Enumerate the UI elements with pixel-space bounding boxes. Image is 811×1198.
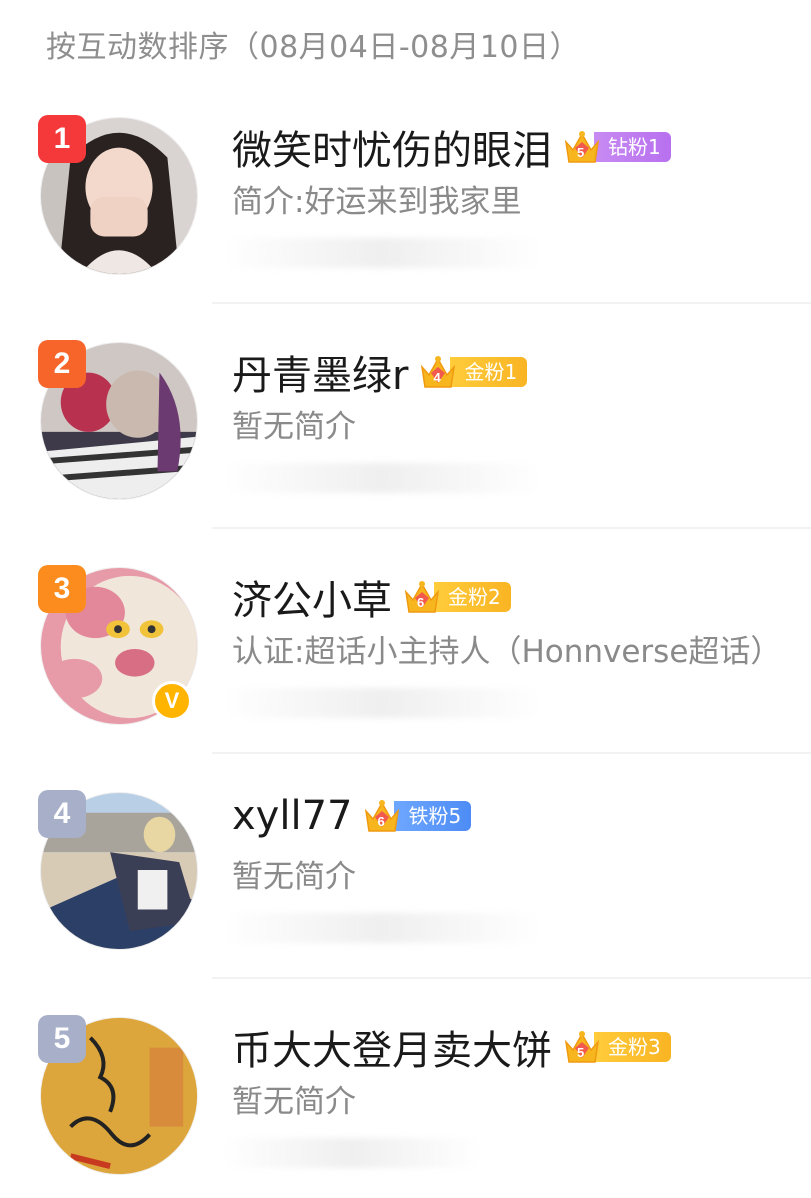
fan-name[interactable]: 币大大登月卖大饼 — [232, 1018, 552, 1076]
rank-badge: 4 — [38, 790, 86, 838]
fan-name[interactable]: 微笑时忧伤的眼泪 — [232, 118, 552, 176]
crown-icon: 6 — [362, 797, 402, 835]
fan-name[interactable]: 丹青墨绿r — [232, 343, 408, 401]
rank-badge: 5 — [38, 1015, 86, 1063]
fan-intro: 认证:超话小主持人（Honnverse超话） — [232, 634, 782, 670]
rank-badge: 2 — [38, 340, 86, 388]
rank-badge: 3 — [38, 565, 86, 613]
fan-level-badge: 6 金粉2 — [402, 581, 511, 613]
fan-intro: 暂无简介 — [232, 1084, 356, 1120]
crown-icon: 4 — [418, 353, 458, 391]
fan-list-item[interactable]: 2 丹青墨绿r 4 金粉1 暂无简介 — [0, 225, 811, 529]
fan-intro: 暂无简介 — [232, 859, 356, 895]
crown-icon: 5 — [562, 1028, 602, 1066]
rank-badge: 1 — [38, 115, 86, 163]
fan-intro: 简介:好运来到我家里 — [232, 184, 522, 220]
crown-icon: 5 — [562, 128, 602, 166]
fan-level-badge: 5 金粉3 — [562, 1031, 671, 1063]
level-label: 金粉3 — [594, 1032, 671, 1062]
fan-intro: 暂无简介 — [232, 409, 356, 445]
fan-list-item[interactable]: 1 微笑时忧伤的眼泪 5 钻粉1 简介:好运来到我家里 — [0, 0, 811, 304]
fan-level-badge: 4 金粉1 — [418, 353, 528, 391]
level-label: 铁粉5 — [394, 801, 472, 831]
fan-level-badge: 5 钻粉1 — [562, 131, 671, 163]
level-label: 金粉2 — [434, 582, 511, 612]
fan-level-badge: 6 铁粉5 — [362, 797, 472, 835]
fan-name[interactable]: 济公小草 — [232, 568, 392, 626]
fan-list-item[interactable]: 3 V 济公小草 6 金粉2 认证:超话小主持人（Honnverse超话） — [0, 450, 811, 754]
fan-list-item[interactable]: 5 币大大登月卖大饼 5 金粉3 暂无简介 — [0, 900, 811, 1175]
blurred-text — [222, 1138, 482, 1168]
level-label: 钻粉1 — [594, 132, 671, 162]
level-label: 金粉1 — [450, 357, 528, 387]
fan-list-item[interactable]: 4 xyll77 6 铁粉5 暂无简介 — [0, 675, 811, 979]
fan-name[interactable]: xyll77 — [232, 793, 352, 839]
crown-icon: 6 — [402, 578, 442, 616]
fan-ranking-list: 1 微笑时忧伤的眼泪 5 钻粉1 简介:好运来到我家里 2 丹青墨绿r 4 金粉… — [0, 0, 811, 1198]
